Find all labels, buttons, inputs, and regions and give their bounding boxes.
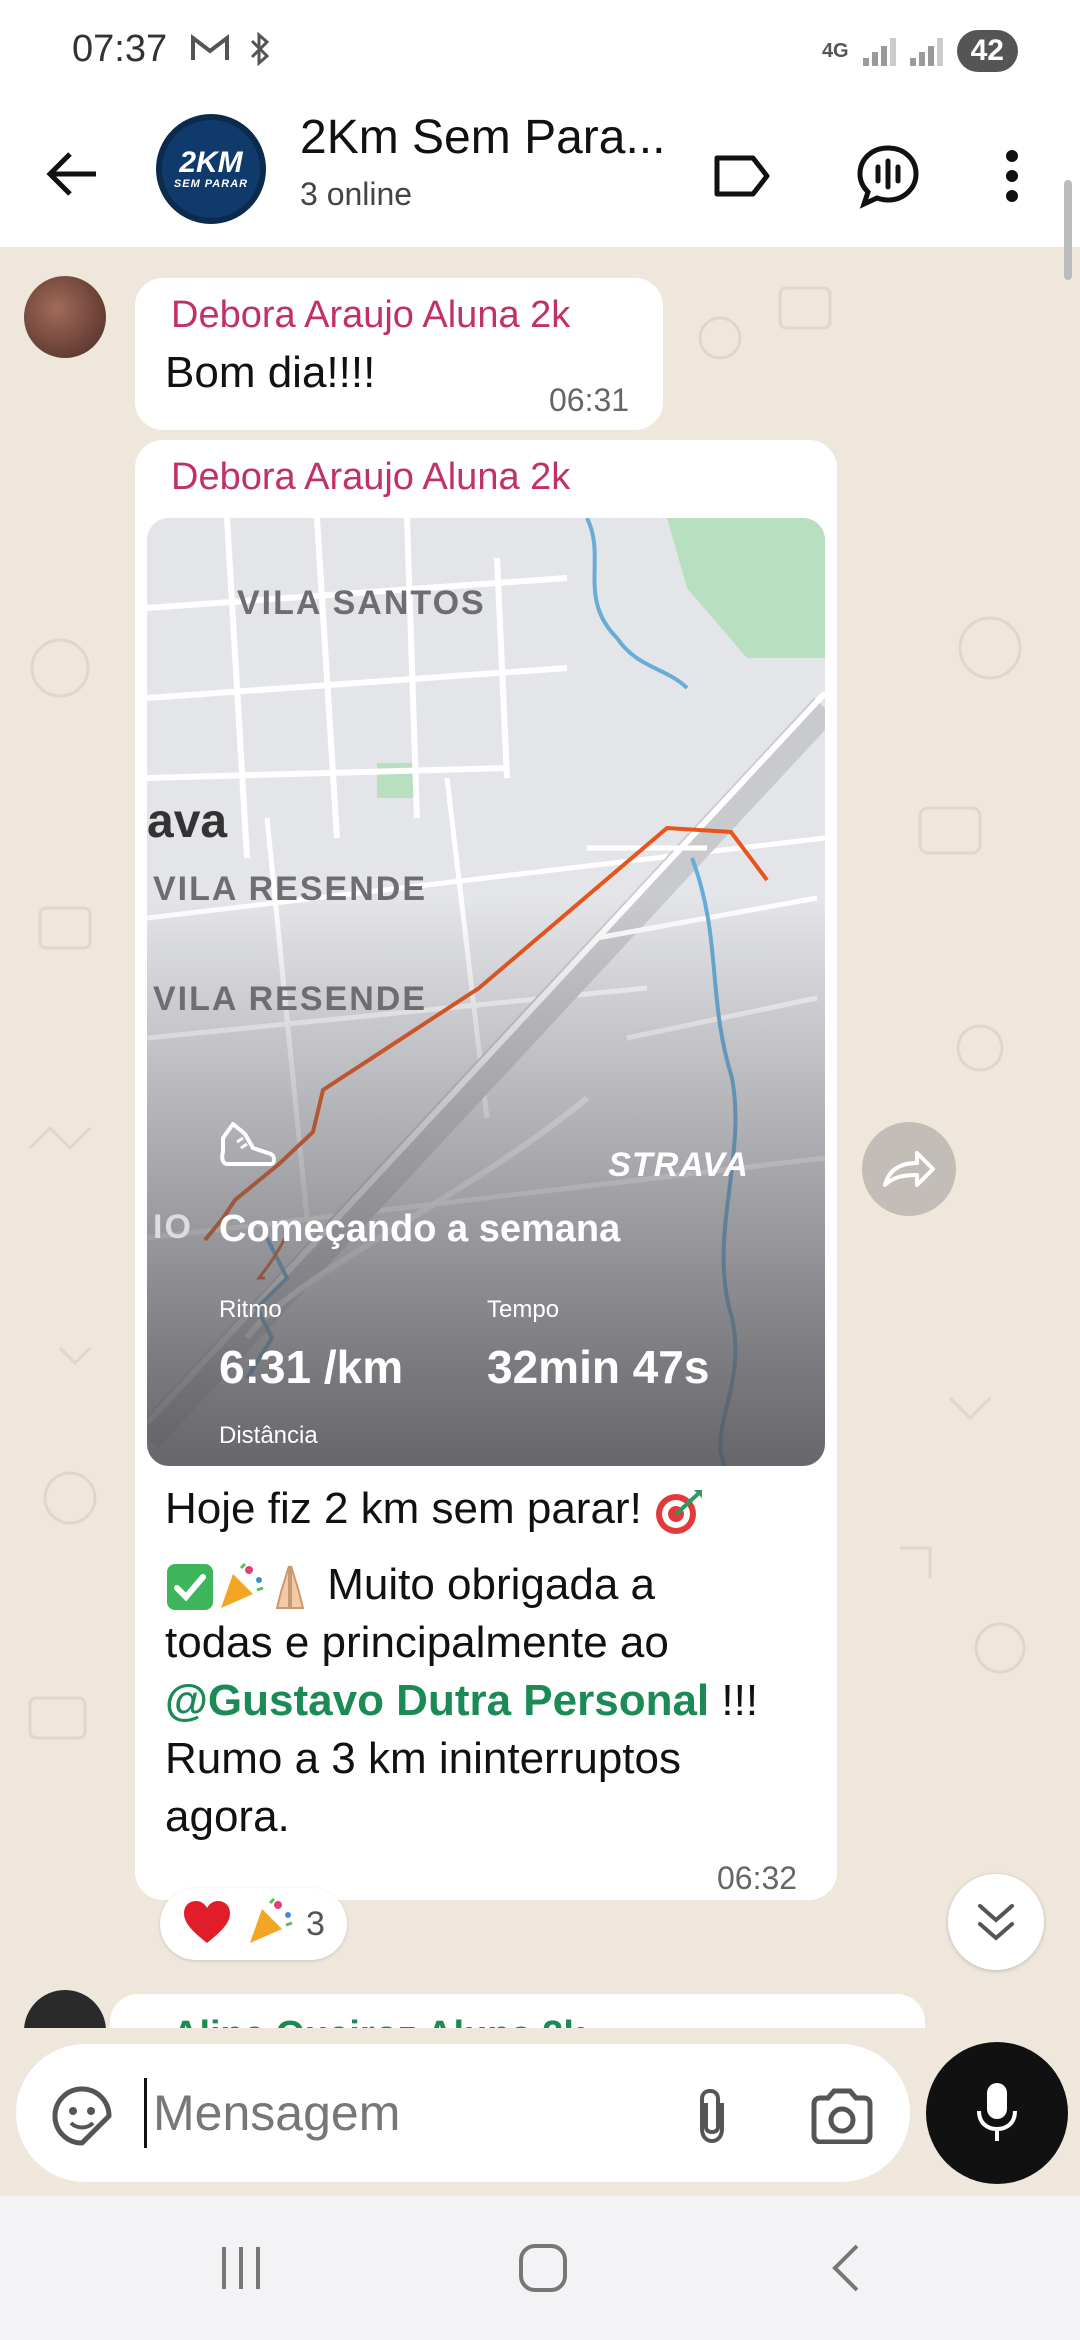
sticker-icon[interactable] [42,2076,122,2156]
status-notification-icons [190,31,272,74]
stat-label: Tempo [487,1296,560,1323]
signal-icon [909,36,943,66]
stat-label: Distância [219,1422,318,1449]
network-type-label: 4G [821,40,849,62]
voice-chat-icon[interactable] [848,136,928,216]
status-bar: 07:37 4G 42 [0,0,1080,100]
back-arrow-icon[interactable] [36,138,108,210]
heart-icon [182,1899,232,1950]
message-input-container [16,2044,910,2182]
message-line: Hoje fiz 2 km sem parar! [165,1480,805,1538]
chat-area[interactable]: Debora Araujo Aluna 2k Bom dia!!!! 06:31… [0,248,1080,2028]
party-popper-icon [244,1897,294,1952]
sender-name[interactable]: Aline Queiroz Aluna 2k [172,2014,584,2028]
message-reactions[interactable]: 3 [160,1888,347,1960]
map-label: VILA RESENDE [153,980,428,1018]
double-chevron-down-icon [978,1904,1014,1941]
message-time: 06:32 [717,1860,798,1896]
scroll-to-bottom-button[interactable] [948,1874,1044,1970]
message-line-text: Muito obrigada a [315,1560,655,1609]
message-line-text: Rumo a 3 km ininterruptos [165,1734,681,1783]
strava-logo: STRAVA [608,1146,749,1184]
stat-value: 32min 47s [487,1341,710,1393]
microphone-button[interactable] [926,2042,1068,2184]
group-name[interactable]: 2Km Sem Para... [300,110,680,165]
sender-name[interactable]: Debora Araujo Aluna 2k [171,456,570,499]
gmail-icon [190,32,230,74]
message-text: Hoje fiz 2 km sem parar! Muito obrigada … [165,1480,805,1846]
home-icon[interactable] [498,2232,588,2304]
dart-target-icon [654,1486,704,1536]
group-online-status: 3 online [300,176,413,212]
avatar-subtext: SEM PARAR [173,178,249,190]
message-line-text: todas e principalmente ao [165,1618,669,1667]
battery-icon: 42 [956,30,1018,72]
map-label: VILA RESENDE [153,870,428,908]
camera-icon[interactable] [802,2076,882,2156]
message-text: Bom dia!!!! [165,348,376,397]
status-time: 07:37 [72,28,168,70]
user-mention[interactable]: @Gustavo Dutra Personal [165,1676,709,1725]
stat-value: 6:31 /km [219,1341,404,1393]
message-time: 06:31 [549,382,630,418]
message-line-text: Hoje fiz 2 km sem parar! [165,1484,655,1533]
bluetooth-icon [248,31,272,74]
message-bubble[interactable]: Debora Araujo Aluna 2k Bom dia!!!! 06:31 [135,278,663,430]
message-line: @Gustavo Dutra Personal !!! [165,1672,805,1730]
party-popper-icon [215,1562,265,1612]
status-system-icons: 4G 42 [822,30,1018,72]
signal-icon [862,36,896,66]
sender-name[interactable]: Debora Araujo Aluna 2k [171,294,570,337]
stat-label: Ritmo [219,1296,282,1323]
system-navigation-bar [0,2196,1080,2340]
microphone-icon [977,2083,1017,2141]
scrollbar[interactable] [1064,180,1072,280]
message-bubble[interactable]: Aline Queiroz Aluna 2k [110,1994,925,2028]
running-shoe-icon [217,1118,277,1175]
more-vert-icon[interactable] [972,136,1052,216]
message-input[interactable] [144,2078,664,2148]
strava-activity-image[interactable]: VILA SANTOS ava VILA RESENDE VILA RESEND… [147,518,825,1466]
forward-icon[interactable] [862,1122,956,1216]
back-nav-icon[interactable] [800,2232,890,2304]
sender-avatar[interactable] [24,276,106,358]
group-avatar[interactable]: 2KM SEM PARAR [156,114,266,224]
message-input-bar [0,2028,1080,2196]
recent-apps-icon[interactable] [196,2232,286,2304]
message-bubble[interactable]: Debora Araujo Aluna 2k VILA SANTOS ava V… [135,440,837,1900]
map-label: IO [153,1208,193,1246]
map-label: VILA SANTOS [237,584,486,622]
attach-icon[interactable] [672,2076,752,2156]
message-line-text: !!! [709,1676,759,1725]
message-line-text: agora. [165,1792,290,1841]
check-mark-button-icon [165,1562,215,1612]
message-line: Muito obrigada a [165,1556,805,1614]
reaction-count: 3 [306,1904,325,1943]
activity-title: Começando a semana [219,1208,621,1250]
avatar-text: 2KM [179,146,243,179]
map-label: ava [147,795,228,848]
label-icon[interactable] [702,136,782,216]
chat-header: 2KM SEM PARAR 2Km Sem Para... 3 online [0,100,1080,248]
folded-hands-icon [265,1562,315,1612]
